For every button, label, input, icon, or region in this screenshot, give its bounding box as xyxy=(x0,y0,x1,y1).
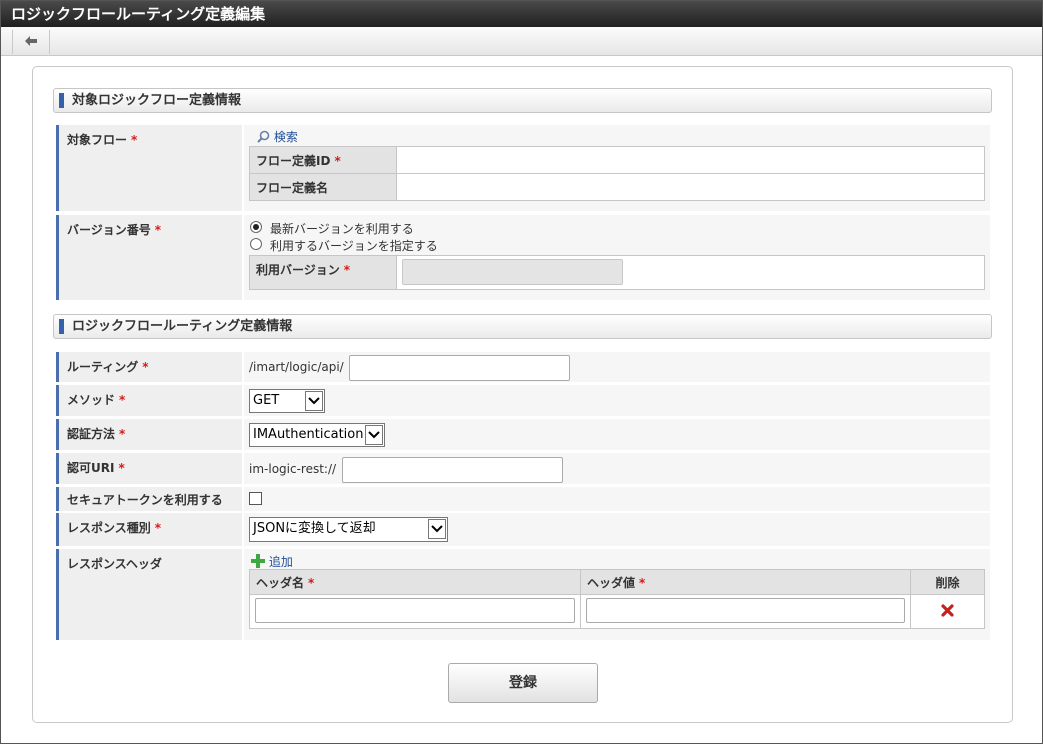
delete-cell xyxy=(910,594,985,629)
radio-latest-version[interactable] xyxy=(250,221,262,233)
add-header-link[interactable]: 追加 xyxy=(251,553,293,570)
auth-uri-label: 認可URI xyxy=(67,461,115,475)
arrow-left-icon xyxy=(24,35,38,50)
header-value-input[interactable] xyxy=(586,598,905,623)
chevron-down-icon xyxy=(365,425,383,445)
plus-icon xyxy=(251,554,269,569)
toolbar xyxy=(1,27,1042,56)
method-select-value: GET xyxy=(253,393,280,408)
header-value-column: ヘッダ値 * xyxy=(580,569,911,595)
flow-id-header: フロー定義ID * xyxy=(249,146,397,174)
required-mark: * xyxy=(131,133,138,147)
search-link-label: 検索 xyxy=(273,130,298,144)
auth-method-select[interactable]: IMAuthentication xyxy=(249,423,385,447)
routing-input[interactable] xyxy=(349,355,570,381)
header-name-column: ヘッダ名 * xyxy=(249,569,581,595)
routing-label: ルーティング xyxy=(67,360,139,374)
target-flow-label-cell: 対象フロー * xyxy=(56,125,242,211)
delete-icon[interactable] xyxy=(941,603,954,620)
chevron-down-icon xyxy=(305,391,323,411)
required-mark: * xyxy=(308,575,315,590)
required-mark: * xyxy=(154,521,162,535)
response-type-select-value: JSONに変換して返却 xyxy=(253,521,376,536)
required-mark: * xyxy=(154,223,162,237)
response-type-label-cell: レスポンス種別 * xyxy=(56,513,242,546)
auth-uri-label-cell: 認可URI * xyxy=(56,453,242,484)
use-version-label: 利用バージョン xyxy=(256,263,340,277)
method-value-cell xyxy=(244,385,990,416)
flow-name-header: フロー定義名 xyxy=(249,173,397,201)
required-mark: * xyxy=(119,393,126,407)
auth-method-select-value: IMAuthentication xyxy=(253,427,364,442)
register-button[interactable]: 登録 xyxy=(448,663,598,703)
add-header-label: 追加 xyxy=(268,555,293,569)
back-button[interactable] xyxy=(12,30,50,54)
version-label: バージョン番号 xyxy=(67,223,151,237)
secure-token-value-cell xyxy=(244,487,990,511)
target-flow-label: 対象フロー xyxy=(67,133,128,147)
required-mark: * xyxy=(343,263,351,277)
radio-latest-version-label: 最新バージョンを利用する xyxy=(270,222,414,236)
required-mark: * xyxy=(118,461,125,475)
response-header-label-cell: レスポンスヘッダ xyxy=(56,549,242,640)
response-type-label: レスポンス種別 xyxy=(67,521,151,535)
use-version-header: 利用バージョン * xyxy=(249,255,397,290)
routing-prefix: /imart/logic/api/ xyxy=(249,360,344,374)
window-title: ロジックフロールーティング定義編集 xyxy=(1,1,1042,27)
section-header-routing: ロジックフロールーティング定義情報 xyxy=(53,314,992,339)
method-label: メソッド xyxy=(67,393,116,407)
response-type-select[interactable]: JSONに変換して返却 xyxy=(249,517,448,542)
flow-id-value xyxy=(396,146,985,174)
version-label-cell: バージョン番号 * xyxy=(56,215,242,300)
magnifier-icon xyxy=(257,130,274,144)
auth-method-label: 認証方法 xyxy=(67,427,116,441)
use-version-input[interactable] xyxy=(402,259,623,285)
section-header-target: 対象ロジックフロー定義情報 xyxy=(53,88,992,113)
flow-id-label: フロー定義ID xyxy=(256,153,331,168)
delete-column: 削除 xyxy=(910,569,985,595)
header-value-column-label: ヘッダ値 xyxy=(587,575,636,590)
secure-token-label-cell: セキュアトークンを利用する xyxy=(56,487,242,511)
required-mark: * xyxy=(142,360,149,374)
header-name-input[interactable] xyxy=(255,598,575,623)
method-select[interactable]: GET xyxy=(249,389,325,413)
chevron-down-icon xyxy=(428,519,446,539)
required-mark: * xyxy=(119,427,126,441)
method-label-cell: メソッド * xyxy=(56,385,242,416)
required-mark: * xyxy=(334,153,341,168)
header-name-column-label: ヘッダ名 xyxy=(256,575,305,590)
auth-uri-input[interactable] xyxy=(342,457,563,483)
response-header-label: レスポンスヘッダ xyxy=(67,557,162,571)
search-link[interactable]: 検索 xyxy=(257,128,298,145)
radio-specify-version-label: 利用するバージョンを指定する xyxy=(270,239,438,253)
secure-token-label: セキュアトークンを利用する xyxy=(67,493,223,507)
flow-info-table: フロー定義ID * フロー定義名 xyxy=(249,146,985,201)
auth-method-label-cell: 認証方法 * xyxy=(56,419,242,450)
radio-specify-version[interactable] xyxy=(250,238,262,250)
routing-label-cell: ルーティング * xyxy=(56,352,242,382)
auth-uri-prefix: im-logic-rest:// xyxy=(249,462,337,476)
required-mark: * xyxy=(639,575,646,590)
flow-name-value xyxy=(396,173,985,201)
secure-token-checkbox[interactable] xyxy=(249,492,262,505)
